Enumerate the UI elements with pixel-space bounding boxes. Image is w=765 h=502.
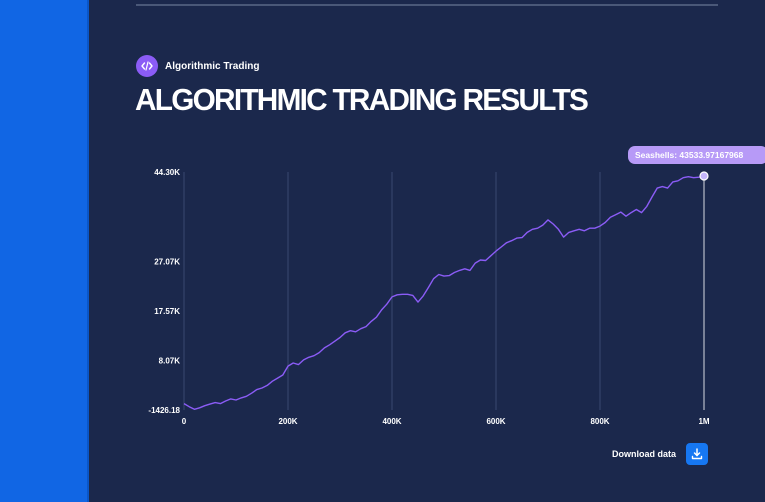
tooltip-text: Seashells: 43533.97167968 bbox=[635, 150, 744, 160]
data-point-marker[interactable] bbox=[699, 171, 709, 181]
x-tick-label: 1M bbox=[698, 417, 709, 426]
download-label: Download data bbox=[612, 449, 677, 459]
x-tick-label: 200K bbox=[278, 417, 297, 426]
line-chart[interactable]: 0 200K 400K 600K 800K 1M -1426.18 8.07K 17.57K 27… bbox=[0, 0, 765, 502]
x-tick-label: 0 bbox=[182, 417, 187, 426]
x-tick-label: 400K bbox=[382, 417, 401, 426]
y-tick-label: 27.07K bbox=[154, 258, 180, 267]
y-tick-label: 44.30K bbox=[154, 168, 180, 177]
y-tick-label: -1426.18 bbox=[148, 406, 180, 415]
x-tick-label: 800K bbox=[590, 417, 609, 426]
y-tick-label: 17.57K bbox=[154, 307, 180, 316]
series-line-seashells[interactable] bbox=[183, 175, 705, 410]
y-tick-label: 8.07K bbox=[159, 357, 181, 366]
download-data-button[interactable]: Download data bbox=[612, 443, 709, 465]
x-tick-label: 600K bbox=[486, 417, 505, 426]
download-icon[interactable] bbox=[686, 443, 709, 465]
